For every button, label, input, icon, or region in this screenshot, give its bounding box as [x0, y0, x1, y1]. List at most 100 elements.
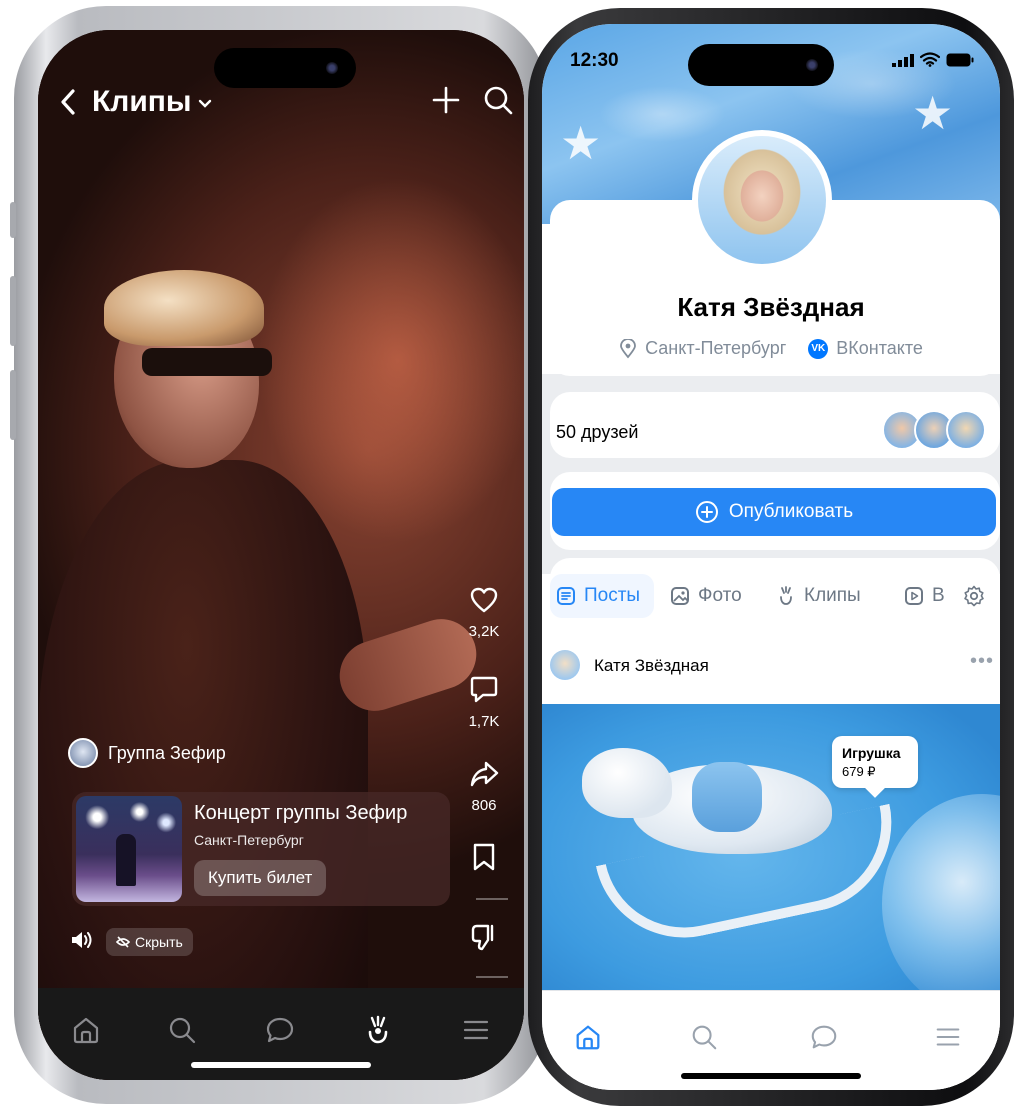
heart-icon[interactable] [469, 587, 499, 618]
battery-icon [946, 53, 974, 66]
profile-name: Катя Звёздная [677, 292, 865, 322]
performer-body [38, 460, 368, 1080]
bottom-tab-bar [542, 990, 1000, 1090]
tab-clips[interactable] [358, 1010, 398, 1050]
comment-icon[interactable] [469, 676, 499, 708]
friend-avatar[interactable] [946, 410, 986, 450]
post-more-icon[interactable]: ••• [970, 650, 994, 673]
home-indicator[interactable] [191, 1062, 371, 1068]
clips-icon [368, 1015, 388, 1044]
rocking-horse-head [582, 748, 672, 818]
chevron-down-icon[interactable] [198, 96, 212, 114]
tab-menu[interactable] [928, 1017, 968, 1057]
right-phone-frame: ★ ★ 12:30 Катя Звёздная Санкт-Петербург … [528, 8, 1014, 1106]
post-header: Катя Звёздная ••• [550, 646, 1000, 686]
dynamic-island [688, 44, 834, 86]
rail-divider [476, 976, 508, 978]
rocking-horse-saddle [692, 762, 762, 832]
profile-meta: Санкт-Петербург VK ВКонтакте [542, 338, 1000, 359]
bookmark-action[interactable] [464, 842, 504, 877]
video-icon [905, 587, 923, 605]
profile-settings[interactable] [962, 574, 994, 618]
gear-icon [964, 585, 984, 607]
clips-screen: Клипы 3,2K 1,7K 806 Группа Зефир Концерт… [38, 30, 524, 1080]
comments-count: 1,7K [468, 713, 500, 730]
home-icon [576, 1025, 600, 1050]
status-time: 12:30 [570, 50, 619, 71]
camera-lens [326, 62, 338, 74]
friends-count[interactable]: 50 друзей [556, 422, 638, 443]
photo-icon [671, 587, 689, 605]
clips-title[interactable]: Клипы [92, 85, 192, 119]
profile-avatar[interactable] [692, 130, 832, 270]
share-action[interactable]: 806 [464, 760, 504, 814]
profile-tabs: Посты Фото Клипы В [550, 574, 1000, 618]
publish-label: Опубликовать [728, 501, 854, 522]
tab-clips[interactable]: Клипы [776, 574, 861, 618]
hide-label: Скрыть [135, 934, 183, 950]
post-image[interactable]: Игрушка 679 ₽ [542, 704, 1000, 1004]
tab-video[interactable]: В [904, 574, 945, 618]
tab-messages[interactable] [260, 1010, 300, 1050]
star-decoration: ★ [560, 117, 602, 169]
posts-icon [557, 587, 575, 605]
likes-count: 3,2K [468, 623, 500, 640]
crystal-ornament [882, 794, 1000, 1004]
event-city: Санкт-Петербург [194, 832, 304, 848]
performer-hair [104, 270, 264, 346]
product-price-tag[interactable]: Игрушка 679 ₽ [832, 736, 918, 788]
home-icon [73, 1017, 99, 1044]
search-icon [692, 1025, 717, 1050]
event-card[interactable]: Концерт группы Зефир Санкт-Петербург Куп… [72, 792, 450, 906]
tab-menu[interactable] [456, 1010, 496, 1050]
menu-icon [936, 1028, 960, 1046]
vk-logo-icon: VK [808, 338, 829, 359]
post-author[interactable]: Катя Звёздная [594, 656, 709, 676]
tab-home[interactable] [66, 1010, 106, 1050]
volume-down-button [10, 370, 16, 440]
volume-icon[interactable] [70, 930, 94, 955]
tab-search[interactable] [684, 1017, 724, 1057]
performer-glasses [142, 348, 272, 376]
plus-icon[interactable] [430, 84, 462, 121]
author-name[interactable]: Группа Зефир [108, 743, 226, 764]
tab-posts[interactable]: Посты [550, 574, 655, 618]
clip-controls: Скрыть [70, 928, 193, 956]
menu-icon [463, 1020, 489, 1040]
tab-photos[interactable]: Фото [670, 574, 742, 618]
profile-city[interactable]: Санкт-Петербург [645, 338, 786, 359]
clip-author[interactable]: Группа Зефир [68, 738, 226, 768]
buy-ticket-button[interactable]: Купить билет [194, 860, 327, 896]
tab-search[interactable] [162, 1010, 202, 1050]
event-thumbnail[interactable] [76, 796, 182, 902]
shares-count: 806 [471, 797, 497, 814]
dislike-action[interactable] [464, 922, 504, 957]
tab-messages[interactable] [804, 1017, 844, 1057]
author-avatar[interactable] [68, 738, 98, 768]
like-action[interactable]: 3,2K [464, 586, 504, 640]
tab-home[interactable] [568, 1017, 608, 1057]
location-pin-icon [620, 338, 636, 358]
profile-screen: ★ ★ 12:30 Катя Звёздная Санкт-Петербург … [542, 24, 1000, 1090]
product-name: Игрушка [842, 745, 901, 761]
camera-lens [806, 59, 818, 71]
back-icon[interactable] [52, 86, 84, 118]
tab-posts-label: Посты [584, 585, 641, 606]
hide-button[interactable]: Скрыть [106, 928, 193, 956]
bookmark-icon[interactable] [471, 843, 497, 876]
avatar-photo [698, 136, 826, 264]
rail-divider [476, 898, 508, 900]
signal-icon [892, 53, 914, 67]
clip-video[interactable] [38, 30, 524, 1080]
profile-network[interactable]: ВКонтакте [836, 338, 923, 359]
action-button [10, 202, 16, 238]
tab-clips-label: Клипы [804, 585, 861, 606]
comment-action[interactable]: 1,7K [464, 674, 504, 730]
plus-circle-icon [695, 501, 718, 523]
publish-button[interactable]: Опубликовать [552, 488, 996, 536]
share-icon[interactable] [469, 761, 499, 792]
home-indicator[interactable] [681, 1073, 861, 1079]
dislike-icon[interactable] [469, 924, 499, 956]
search-icon[interactable] [482, 84, 514, 121]
post-author-avatar[interactable] [550, 650, 580, 680]
